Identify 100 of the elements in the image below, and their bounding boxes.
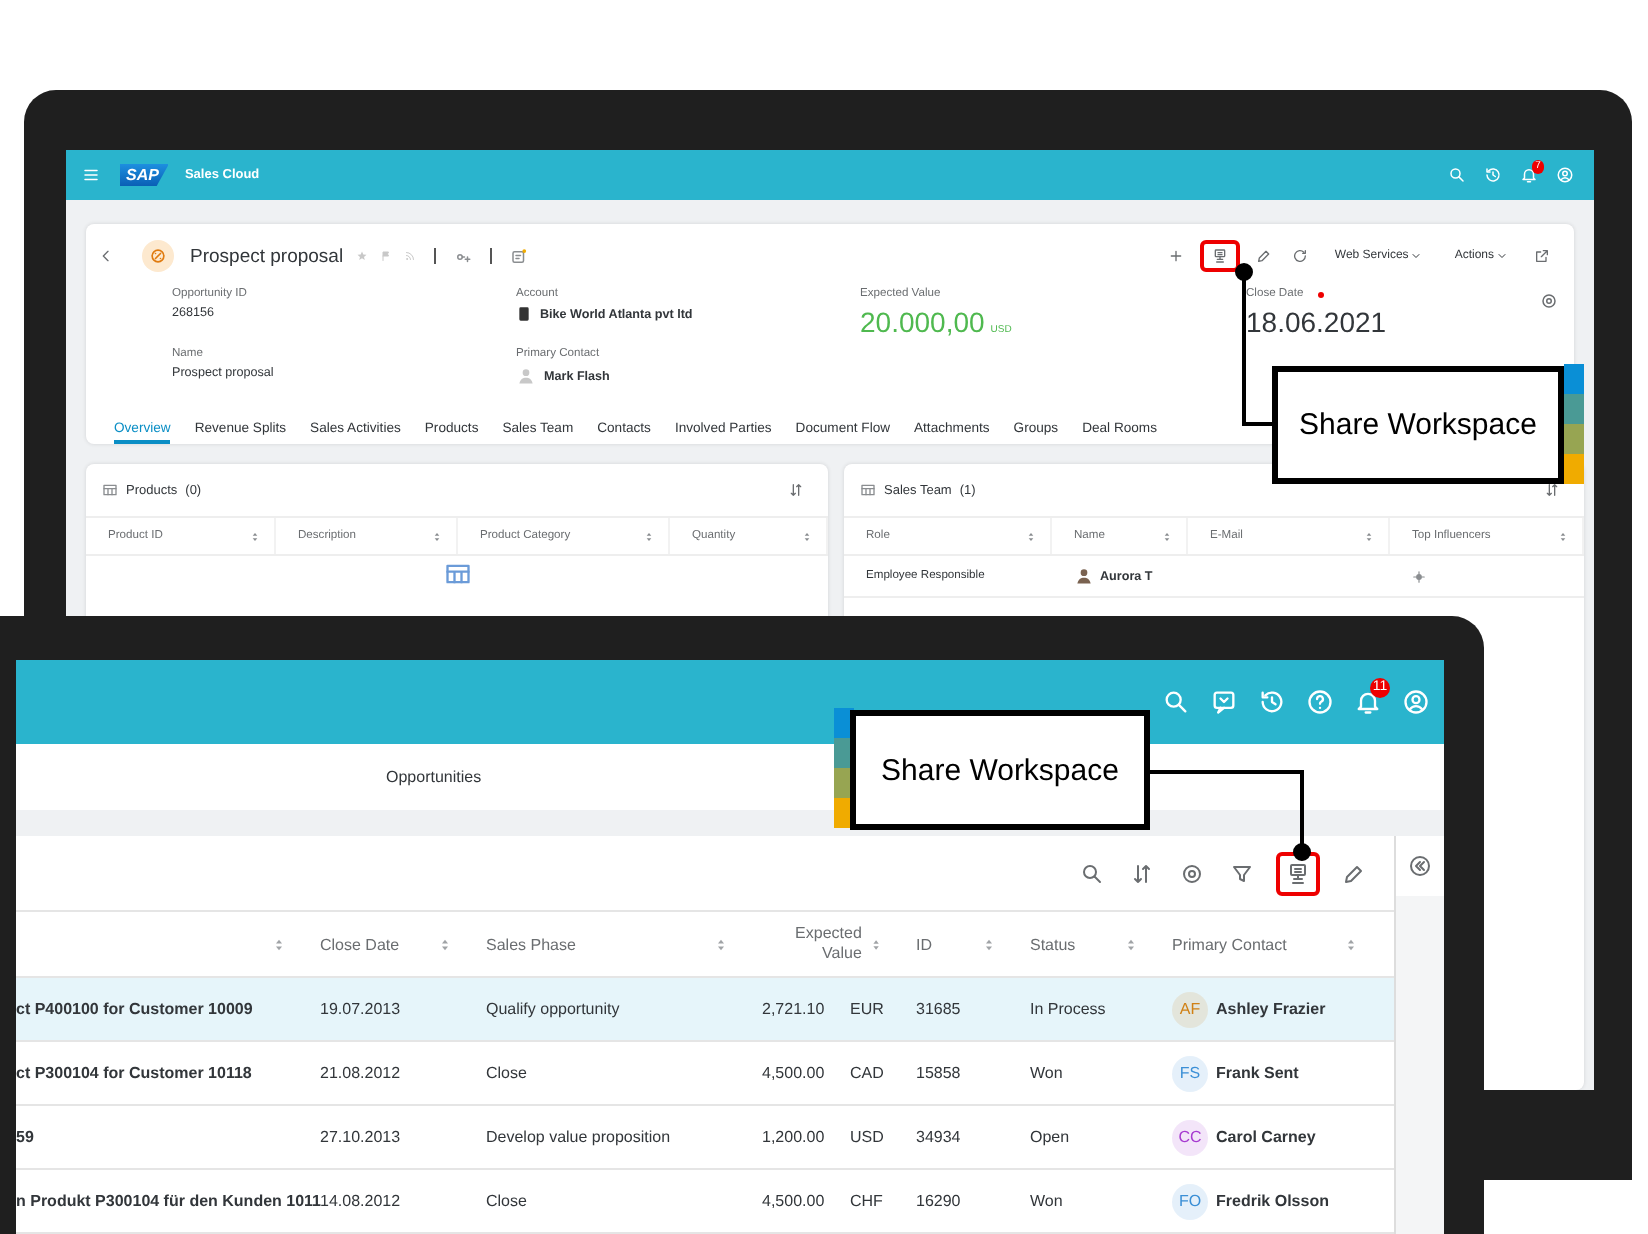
chevron-down-icon bbox=[1410, 250, 1423, 262]
feedback-icon[interactable] bbox=[1210, 688, 1238, 716]
table-cell: 16290 bbox=[916, 1192, 961, 1210]
table-cell: Open bbox=[1030, 1128, 1070, 1146]
share-workspace-icon bbox=[1212, 248, 1229, 264]
table-row[interactable]: 59 27.10.2013 Develop value proposition 1,200.00 USD 34934 Open CC Carol Carney bbox=[16, 1106, 1394, 1170]
feed-icon[interactable] bbox=[403, 250, 416, 262]
note-icon[interactable] bbox=[509, 247, 528, 265]
person-avatar-icon bbox=[516, 366, 536, 386]
table-cell: 59 bbox=[16, 1128, 34, 1146]
table-cell: 31685 bbox=[916, 1000, 961, 1018]
history-icon[interactable] bbox=[1484, 166, 1502, 184]
bell-icon[interactable] bbox=[1520, 166, 1538, 184]
table-cell: EUR bbox=[850, 1000, 884, 1018]
collapse-button[interactable] bbox=[1404, 850, 1436, 882]
person-avatar-icon bbox=[1074, 566, 1094, 586]
table-cell: CHF bbox=[850, 1192, 883, 1210]
contact-link[interactable]: Carol Carney bbox=[1216, 1128, 1316, 1146]
sort-arrows-icon[interactable] bbox=[1160, 529, 1174, 543]
settings-icon bbox=[1180, 861, 1204, 885]
column-header: Primary Contact bbox=[1172, 935, 1287, 953]
sort-arrows-icon[interactable] bbox=[800, 529, 814, 543]
close-date-value: 18.06.2021 bbox=[1246, 306, 1389, 338]
table-cell: Close bbox=[486, 1192, 527, 1210]
page-title: Opportunities bbox=[386, 768, 482, 786]
sort-arrows-icon[interactable] bbox=[1342, 935, 1360, 953]
logo: SAP bbox=[120, 164, 169, 186]
table-cell: USD bbox=[850, 1128, 884, 1146]
table-cell: 21.08.2012 bbox=[320, 1064, 401, 1082]
table-cell: CAD bbox=[850, 1064, 884, 1082]
settings-button[interactable] bbox=[1536, 288, 1562, 314]
sort-arrows-icon[interactable] bbox=[1362, 529, 1376, 543]
color-strip bbox=[1564, 364, 1584, 484]
sort-arrows-icon[interactable] bbox=[642, 529, 656, 543]
table-icon bbox=[860, 482, 876, 498]
sort-icon bbox=[788, 482, 804, 498]
table-row[interactable]: ct P300104 for Customer 10118 21.08.2012 Close 4,500.00 CAD 15858 Won FS Frank Sent bbox=[16, 1042, 1394, 1106]
table-cell: 19.07.2013 bbox=[320, 1000, 401, 1018]
user-icon[interactable] bbox=[1402, 688, 1430, 716]
filter-icon bbox=[1230, 861, 1254, 885]
history-icon[interactable] bbox=[1258, 688, 1286, 716]
initials-avatar: CC bbox=[1172, 1119, 1208, 1155]
callout-label: Share Workspace bbox=[1272, 366, 1564, 484]
table-row[interactable]: n Produkt P300104 für den Kunden 101114.08.2012 Close 4,500.00 CHF 16290 Won FO Fredrik Olsson bbox=[16, 1170, 1394, 1234]
table-cell: 15858 bbox=[916, 1064, 961, 1082]
sort-arrows-icon[interactable] bbox=[270, 935, 288, 953]
table-icon bbox=[102, 482, 118, 498]
table-row[interactable]: ct P400100 for Customer 10009 19.07.2013 Qualify opportunity 2,721.10 EUR 31685 In Process AF Ashley Frazier bbox=[16, 978, 1394, 1042]
sort-arrows-icon[interactable] bbox=[1122, 935, 1140, 953]
contact-link[interactable]: Frank Sent bbox=[1216, 1064, 1299, 1082]
table-cell: Qualify opportunity bbox=[486, 1000, 620, 1018]
sort-arrows-icon[interactable] bbox=[436, 935, 454, 953]
contact-link[interactable]: Ashley Frazier bbox=[1216, 1000, 1326, 1018]
open-external-icon bbox=[1534, 248, 1550, 264]
sort-arrows-icon[interactable] bbox=[712, 935, 730, 953]
callout-label: Share Workspace bbox=[850, 710, 1150, 830]
menu-icon bbox=[82, 166, 100, 184]
building-icon bbox=[516, 306, 532, 322]
add-icon bbox=[1168, 248, 1185, 264]
table-cell: 1,200.00 bbox=[762, 1128, 825, 1146]
table-cell: In Process bbox=[1030, 1000, 1106, 1018]
sort-arrows-icon[interactable] bbox=[430, 529, 444, 543]
search-icon[interactable] bbox=[1162, 688, 1190, 716]
sort-arrows-icon[interactable] bbox=[1024, 529, 1038, 543]
edit-icon bbox=[1256, 248, 1273, 264]
sort-arrows-icon[interactable] bbox=[1556, 529, 1570, 543]
sort-arrows-icon[interactable] bbox=[248, 529, 262, 543]
chevron-down-icon bbox=[1496, 250, 1508, 262]
edit-icon bbox=[1342, 861, 1366, 885]
sort-icon bbox=[1544, 482, 1560, 498]
search-icon[interactable] bbox=[1448, 166, 1466, 184]
table-cell: Won bbox=[1030, 1064, 1063, 1082]
table-cell: Close bbox=[486, 1064, 527, 1082]
help-icon[interactable] bbox=[1306, 688, 1334, 716]
table-cell: 14.08.2012 bbox=[320, 1192, 401, 1210]
table-cell: 4,500.00 bbox=[762, 1192, 825, 1210]
table-cell: 2,721.10 bbox=[762, 1000, 825, 1018]
opportunity-icon bbox=[148, 246, 168, 266]
table-cell: 34934 bbox=[916, 1128, 961, 1146]
star-icon[interactable] bbox=[355, 250, 368, 262]
table-cell: 4,500.00 bbox=[762, 1064, 825, 1082]
column-header: Expected Value bbox=[793, 924, 862, 964]
open-external-button[interactable] bbox=[1530, 244, 1554, 268]
settings-icon bbox=[1540, 292, 1558, 310]
back-icon bbox=[98, 248, 114, 264]
column-header: Close Date bbox=[320, 935, 400, 953]
table-cell: Develop value proposition bbox=[486, 1128, 671, 1146]
bell-icon[interactable] bbox=[1354, 688, 1382, 716]
sort-arrows-icon[interactable] bbox=[867, 935, 884, 953]
sort-icon bbox=[1130, 861, 1154, 885]
table-cell: ct P400100 for Customer 10009 bbox=[16, 1000, 253, 1018]
table-cell: 27.10.2013 bbox=[320, 1128, 401, 1146]
user-icon[interactable] bbox=[1556, 166, 1574, 184]
expected-value: 20.000,00 bbox=[860, 306, 985, 338]
contact-link[interactable]: Fredrik Olsson bbox=[1216, 1192, 1329, 1210]
flag-icon[interactable] bbox=[379, 250, 392, 262]
sort-arrows-icon[interactable] bbox=[980, 935, 998, 953]
collapse-icon bbox=[1408, 854, 1432, 878]
column-header: ID bbox=[916, 935, 932, 953]
table-cell: Won bbox=[1030, 1192, 1063, 1210]
